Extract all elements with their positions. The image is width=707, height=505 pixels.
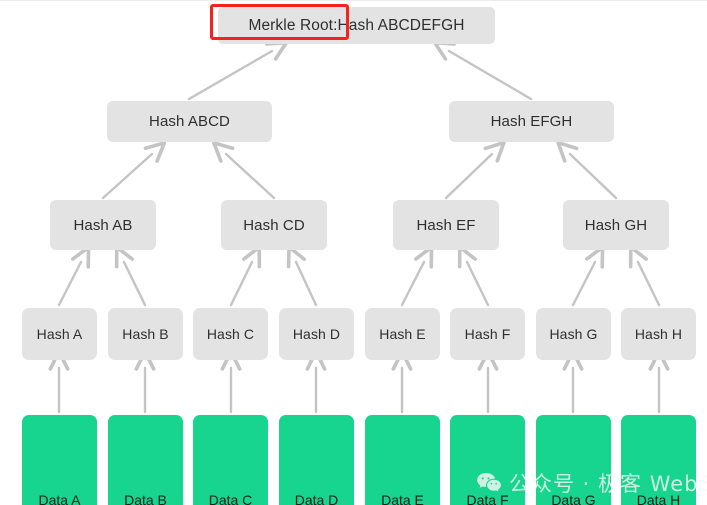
node-hash-ef[interactable]: Hash EF xyxy=(393,200,499,250)
node-label: Hash AB xyxy=(73,216,133,234)
node-label: Hash G xyxy=(549,326,598,342)
data-block-label: Data C xyxy=(208,492,253,505)
node-hash-gh[interactable]: Hash GH xyxy=(563,200,669,250)
node-label: Hash F xyxy=(464,326,511,342)
node-hash-d[interactable]: Hash D xyxy=(279,308,354,360)
data-block-c[interactable]: Data C xyxy=(193,415,268,505)
node-label: Hash A xyxy=(36,326,83,342)
node-label: Hash B xyxy=(122,326,169,342)
node-label: Hash EF xyxy=(416,216,476,234)
data-block-label: Data A xyxy=(38,492,81,505)
node-label: Hash E xyxy=(379,326,426,342)
data-block-a[interactable]: Data A xyxy=(22,415,97,505)
data-block-label: Data F xyxy=(466,492,509,505)
node-hash-h[interactable]: Hash H xyxy=(621,308,696,360)
data-block-label: Data H xyxy=(636,492,681,505)
node-hash-c[interactable]: Hash C xyxy=(193,308,268,360)
node-merkle-root[interactable]: Merkle Root: Hash ABCDEFGH xyxy=(218,7,495,44)
merkle-root-value: Hash ABCDEFGH xyxy=(337,16,465,34)
node-hash-ab[interactable]: Hash AB xyxy=(50,200,156,250)
data-block-label: Data B xyxy=(124,492,167,505)
data-block-label: Data G xyxy=(551,492,596,505)
node-hash-g[interactable]: Hash G xyxy=(536,308,611,360)
data-block-d[interactable]: Data D xyxy=(279,415,354,505)
data-block-label: Data D xyxy=(294,492,339,505)
node-hash-efgh[interactable]: Hash EFGH xyxy=(449,101,614,142)
node-hash-e[interactable]: Hash E xyxy=(365,308,440,360)
data-block-g[interactable]: Data G xyxy=(536,415,611,505)
data-block-label: Data E xyxy=(381,492,424,505)
node-label: Hash GH xyxy=(584,216,648,234)
data-block-h[interactable]: Data H xyxy=(621,415,696,505)
node-label: Hash EFGH xyxy=(490,113,573,130)
node-hash-abcd[interactable]: Hash ABCD xyxy=(107,101,272,142)
data-block-b[interactable]: Data B xyxy=(108,415,183,505)
node-hash-f[interactable]: Hash F xyxy=(450,308,525,360)
node-label: Hash D xyxy=(292,326,341,342)
node-hash-cd[interactable]: Hash CD xyxy=(221,200,327,250)
node-label: Hash C xyxy=(206,326,255,342)
data-block-f[interactable]: Data F xyxy=(450,415,525,505)
node-hash-a[interactable]: Hash A xyxy=(22,308,97,360)
node-label: Hash ABCD xyxy=(149,113,230,130)
data-block-e[interactable]: Data E xyxy=(365,415,440,505)
node-hash-b[interactable]: Hash B xyxy=(108,308,183,360)
merkle-root-prefix: Merkle Root: xyxy=(248,16,338,34)
node-label: Hash H xyxy=(634,326,683,342)
merkle-tree-diagram: Merkle Root: Hash ABCDEFGH Hash ABCD Hash… xyxy=(0,0,707,505)
node-label: Hash CD xyxy=(243,216,305,234)
top-divider xyxy=(0,0,707,1)
